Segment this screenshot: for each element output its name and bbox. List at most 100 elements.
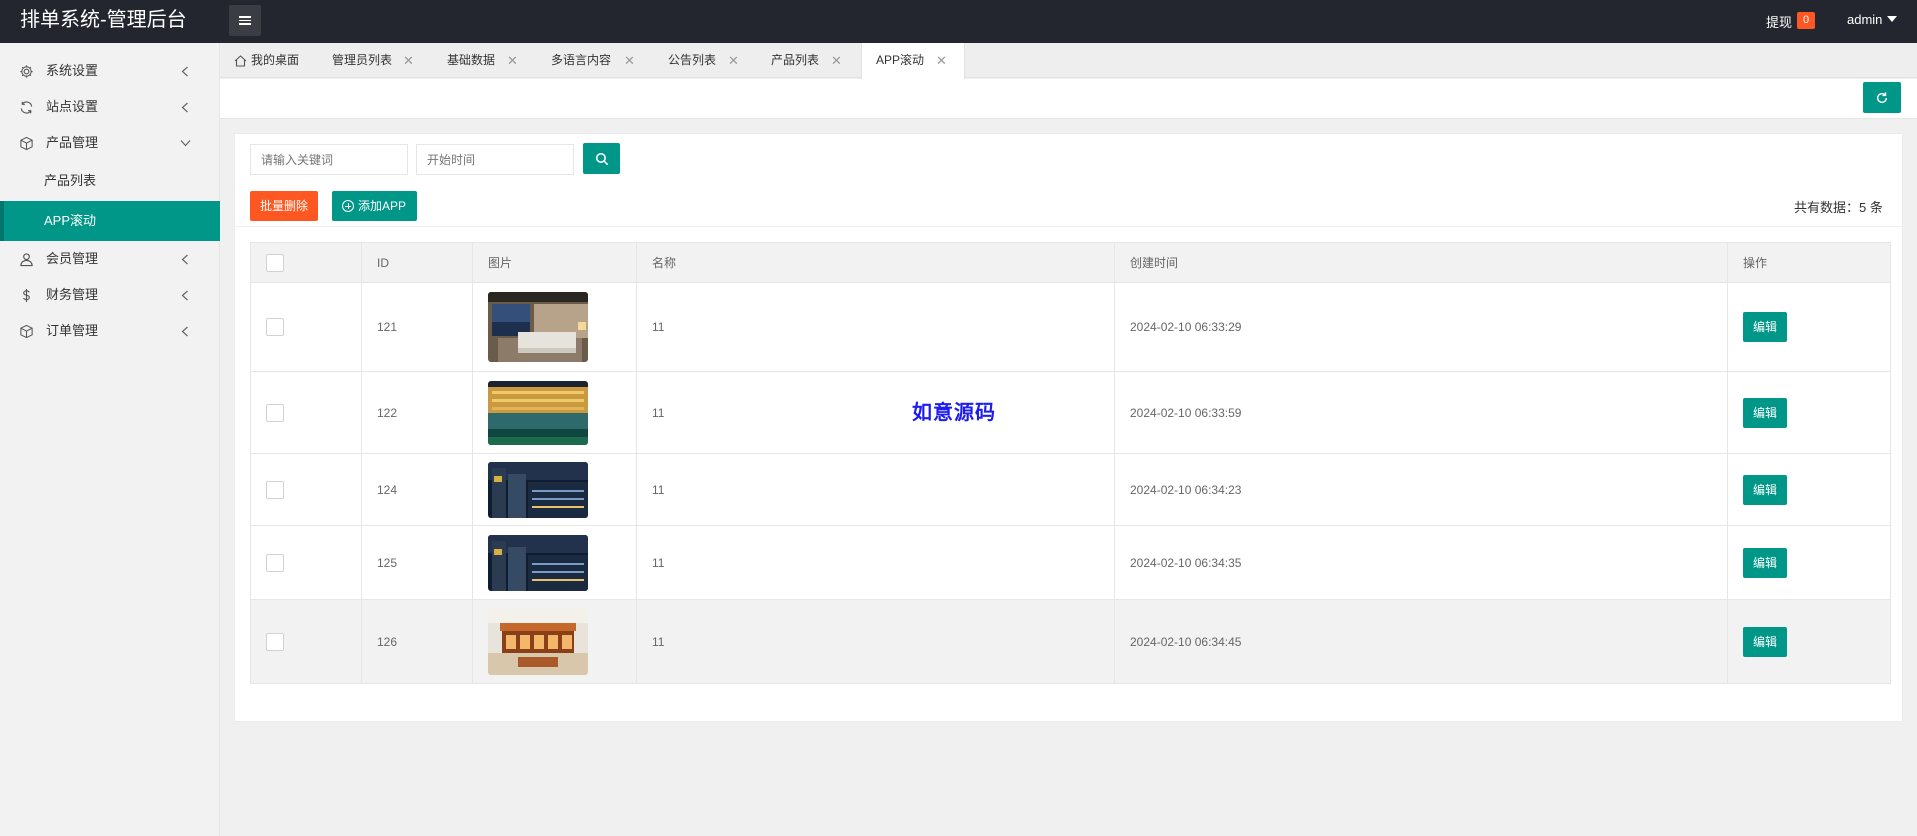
search-button[interactable] [583,143,620,174]
column-header: 创建时间 [1114,242,1728,283]
close-icon[interactable]: ✕ [624,43,635,78]
name-cell: 11 [636,282,1115,372]
user-icon [18,251,34,267]
row-checkbox[interactable] [266,553,284,572]
tab-basic-data[interactable]: 基础数据 ✕ [447,43,527,78]
chevron-left-icon [178,277,192,313]
chevron-down-icon [178,125,192,161]
table-header-row: ID 图片 名称 创建时间 操作 [250,242,1891,283]
hotel-room-image [488,292,588,362]
chevron-left-icon [178,313,192,349]
id-cell: 122 [361,371,473,454]
sidebar-item-product-management[interactable]: 产品管理 [0,125,220,161]
column-header: 操作 [1727,242,1891,283]
home-icon [234,55,247,67]
search-icon [595,152,608,165]
dollar-icon [18,287,34,303]
row-checkbox[interactable] [266,403,284,422]
id-cell: 125 [361,525,473,600]
gear-icon [18,63,34,79]
created-cell: 2024-02-10 06:33:29 [1114,282,1728,372]
city-night-image [488,461,588,518]
tab-label: 公告列表 [668,53,717,67]
edit-button[interactable]: 编辑 [1743,547,1787,578]
sidebar-subitem-label: 产品列表 [44,173,97,188]
column-header: 图片 [472,242,637,283]
sidebar-item-label: 系统设置 [46,63,99,78]
sidebar-subitem-app-scroll[interactable]: APP滚动 [0,201,220,241]
row-checkbox[interactable] [266,318,284,336]
menu-icon [239,16,251,25]
cube-icon [18,135,34,151]
edit-button[interactable]: 编辑 [1743,474,1787,505]
keyword-search-input[interactable] [250,144,408,175]
app-title: 排单系统-管理后台 [20,9,187,31]
column-header: ID [361,242,473,283]
tab-admin-list[interactable]: 管理员列表 ✕ [332,43,422,78]
tab-label: 管理员列表 [332,53,393,67]
sidebar-item-order-management[interactable]: 订单管理 [0,313,220,349]
created-cell: 2024-02-10 06:33:59 [1114,371,1728,454]
sync-icon [18,99,34,115]
tab-multilang[interactable]: 多语言内容 ✕ [551,43,646,78]
edit-button[interactable]: 编辑 [1743,397,1787,428]
row-checkbox[interactable] [266,632,284,651]
sidebar-item-label: 财务管理 [46,287,99,302]
chevron-left-icon [178,53,192,89]
close-icon[interactable]: ✕ [936,43,947,78]
cube-icon [18,323,34,339]
tab-bar: 我的桌面 管理员列表 ✕ 基础数据 ✕ 多语言内容 ✕ 公告列表 ✕ 产品列表 … [220,43,1917,79]
name-cell: 11 [636,453,1115,526]
row-checkbox[interactable] [266,480,284,499]
tab-app-scroll[interactable]: APP滚动 ✕ [861,43,965,79]
sidebar-subitem-product-list[interactable]: 产品列表 [0,161,220,201]
sidebar-subitem-label: APP滚动 [44,213,97,228]
start-time-input[interactable] [416,144,574,175]
sidebar-item-system-settings[interactable]: 系统设置 [0,53,220,89]
created-cell: 2024-02-10 06:34:35 [1114,525,1728,600]
refresh-button[interactable] [1863,82,1901,113]
tab-label: 基础数据 [447,53,496,67]
edit-button[interactable]: 编辑 [1743,626,1787,657]
select-all-cell [250,242,362,283]
batch-delete-button[interactable]: 批量删除 [250,191,318,221]
table-row: 122 11 2024-02-10 06:33:59 编辑 [250,371,1891,454]
tab-label: APP滚动 [876,53,925,67]
menu-toggle-button[interactable] [229,5,261,36]
hotel-lobby-image [488,608,588,675]
close-icon[interactable]: ✕ [403,43,414,78]
sidebar-item-member-management[interactable]: 会员管理 [0,241,220,277]
created-cell: 2024-02-10 06:34:45 [1114,599,1728,684]
withdraw-link[interactable]: 提现 [1766,12,1792,31]
watermark-text: 如意源码 [912,400,996,424]
user-menu[interactable]: admin [1847,12,1882,27]
top-header: 排单系统-管理后台 提现 0 admin [0,0,1917,43]
tab-home[interactable]: 我的桌面 [234,43,312,78]
chevron-left-icon [178,89,192,125]
sidebar-item-label: 站点设置 [46,99,99,114]
name-cell: 11 [636,525,1115,600]
created-cell: 2024-02-10 06:34:23 [1114,453,1728,526]
refresh-icon [1876,91,1888,103]
edit-button[interactable]: 编辑 [1743,312,1787,342]
sidebar-item-site-settings[interactable]: 站点设置 [0,89,220,125]
caret-down-icon[interactable] [1887,16,1897,22]
plus-circle-icon [342,200,354,212]
add-app-label: 添加APP [358,199,407,213]
close-icon[interactable]: ✕ [831,43,842,78]
select-all-checkbox[interactable] [266,253,284,272]
tab-announcements[interactable]: 公告列表 ✕ [668,43,748,78]
hotel-pool-image [488,380,588,445]
tab-product-list[interactable]: 产品列表 ✕ [771,43,851,78]
add-app-button[interactable]: 添加APP [332,191,417,221]
sidebar-item-finance-management[interactable]: 财务管理 [0,277,220,313]
withdraw-count-badge: 0 [1797,12,1815,29]
tab-label: 多语言内容 [551,53,612,67]
app-table: ID 图片 名称 创建时间 操作 121 11 2024-02-10 06:33… [250,242,1891,684]
close-icon[interactable]: ✕ [728,43,739,78]
close-icon[interactable]: ✕ [507,43,518,78]
divider [235,226,1902,227]
name-cell: 11 [636,371,1115,454]
sidebar-item-label: 产品管理 [46,135,99,150]
table-row: 124 11 2024-02-10 06:34:23 编辑 [250,453,1891,526]
